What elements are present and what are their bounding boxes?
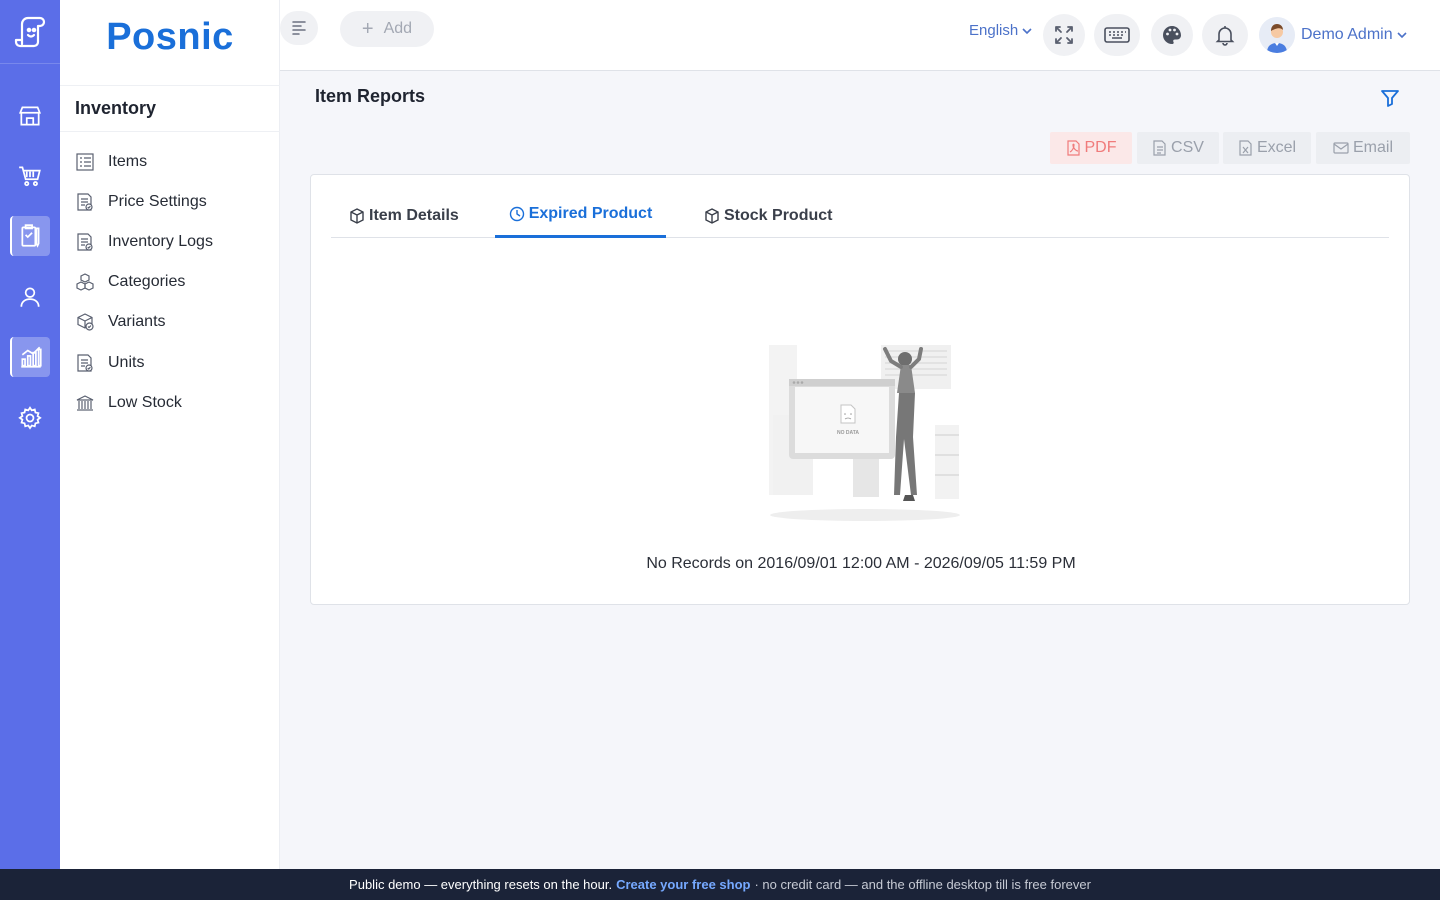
tab-item-details[interactable]: Item Details <box>349 193 459 238</box>
tab-stock-product[interactable]: Stock Product <box>704 193 832 238</box>
sidebar-item-label: Low Stock <box>108 394 182 411</box>
brand-name[interactable]: Posnic <box>60 16 280 59</box>
csv-file-icon <box>1153 140 1166 156</box>
empty-state-text: No Records on 2016/09/01 12:00 AM - 2026… <box>646 555 1076 572</box>
export-excel-button[interactable]: Excel <box>1223 132 1311 164</box>
export-excel-label: Excel <box>1256 139 1297 156</box>
banner-lead: Public demo — everything resets on the h… <box>349 877 613 892</box>
sidebar-item-variants[interactable]: Variants <box>60 302 280 342</box>
top-header: + Add English Demo Admin <box>280 0 1440 71</box>
sidebar-item-inventory-logs[interactable]: Inventory Logs <box>60 222 280 262</box>
tab-expired-product[interactable]: Expired Product <box>495 193 666 238</box>
theme-button[interactable] <box>1151 14 1193 56</box>
user-avatar-icon <box>1259 17 1295 53</box>
export-csv-button[interactable]: CSV <box>1137 132 1219 164</box>
report-tabs: Item Details Expired Product Stock Produ… <box>331 193 1389 238</box>
sidebar-item-price-settings[interactable]: Price Settings <box>60 182 280 222</box>
sidebar-item-label: Variants <box>108 313 166 330</box>
plus-icon: + <box>361 18 374 40</box>
avatar <box>1259 17 1295 53</box>
rail-cart-button[interactable] <box>10 156 50 196</box>
add-button-label: Add <box>383 20 413 37</box>
icon-rail <box>0 0 60 869</box>
store-icon <box>18 106 42 126</box>
banner-tail: · no credit card — and the offline deskt… <box>754 877 1091 892</box>
bell-icon <box>1215 26 1235 46</box>
sidebar-item-low-stock[interactable]: Low Stock <box>60 383 280 423</box>
rail-settings-button[interactable] <box>10 398 50 438</box>
sidebar-item-label: Items <box>108 153 148 170</box>
no-data-illustration: NO DATA <box>769 345 960 521</box>
sidebar: Posnic Inventory Items Price Settings In… <box>60 0 280 869</box>
chevron-down-icon <box>1397 32 1407 39</box>
clock-icon <box>509 206 524 222</box>
logo-icon <box>14 16 46 47</box>
clipboard-icon <box>21 224 40 248</box>
user-name: Demo Admin <box>1301 26 1393 43</box>
export-pdf-button[interactable]: PDF <box>1050 132 1132 164</box>
excel-file-icon <box>1239 140 1252 156</box>
pdf-file-icon <box>1066 140 1080 156</box>
cart-icon <box>19 166 41 187</box>
report-card: Item Details Expired Product Stock Produ… <box>310 174 1410 605</box>
gear-icon <box>18 406 42 430</box>
keyboard-shortcuts-button[interactable] <box>1094 14 1140 56</box>
sidebar-item-label: Units <box>108 354 145 371</box>
filter-icon[interactable] <box>1379 88 1401 108</box>
chevron-down-icon <box>1022 27 1032 34</box>
user-menu[interactable]: Demo Admin <box>1259 17 1408 53</box>
fullscreen-button[interactable] <box>1043 14 1085 56</box>
language-label: English <box>969 22 1019 39</box>
palette-icon <box>1163 26 1181 44</box>
sidebar-item-label: Inventory Logs <box>108 233 213 250</box>
tab-label: Expired Product <box>528 205 653 222</box>
menu-toggle-button[interactable] <box>280 11 318 45</box>
sidebar-item-label: Categories <box>108 273 186 290</box>
tab-label: Stock Product <box>724 206 833 224</box>
rail-reports-button[interactable] <box>10 337 50 377</box>
app-logo[interactable] <box>0 0 60 64</box>
email-icon <box>1333 142 1349 154</box>
sidebar-item-categories[interactable]: Categories <box>60 262 280 302</box>
sidebar-item-label: Price Settings <box>108 193 207 210</box>
list-icon <box>75 152 95 172</box>
user-icon <box>20 287 40 307</box>
notifications-button[interactable] <box>1202 14 1248 56</box>
document-icon <box>75 353 95 373</box>
bank-icon <box>75 393 95 413</box>
sidebar-item-units[interactable]: Units <box>60 343 280 383</box>
add-button[interactable]: + Add <box>340 11 434 47</box>
document-icon <box>75 192 95 212</box>
page-title: Item Reports <box>315 86 426 106</box>
demo-banner: Public demo — everything resets on the h… <box>0 869 1440 900</box>
export-pdf-label: PDF <box>1084 139 1117 156</box>
language-select[interactable]: English <box>969 22 1033 39</box>
box-icon <box>350 207 364 224</box>
cubes-icon <box>75 272 95 292</box>
rail-inventory-button[interactable] <box>10 216 50 256</box>
export-email-button[interactable]: Email <box>1316 132 1410 164</box>
no-data-caption: NO DATA <box>837 430 859 436</box>
fullscreen-icon <box>1055 26 1073 44</box>
document-icon <box>75 232 95 252</box>
tab-label: Item Details <box>369 206 459 224</box>
keyboard-icon <box>1104 27 1130 43</box>
sidebar-item-items[interactable]: Items <box>60 142 280 182</box>
sidebar-heading: Inventory <box>60 85 280 132</box>
export-csv-label: CSV <box>1171 139 1204 156</box>
box-check-icon <box>75 312 95 332</box>
rail-users-button[interactable] <box>10 277 50 317</box>
chart-icon <box>21 346 42 368</box>
menu-icon <box>292 21 306 35</box>
box-icon <box>705 207 719 224</box>
rail-store-button[interactable] <box>10 96 50 136</box>
export-email-label: Email <box>1352 139 1393 156</box>
create-shop-link[interactable]: Create your free shop <box>616 877 750 892</box>
